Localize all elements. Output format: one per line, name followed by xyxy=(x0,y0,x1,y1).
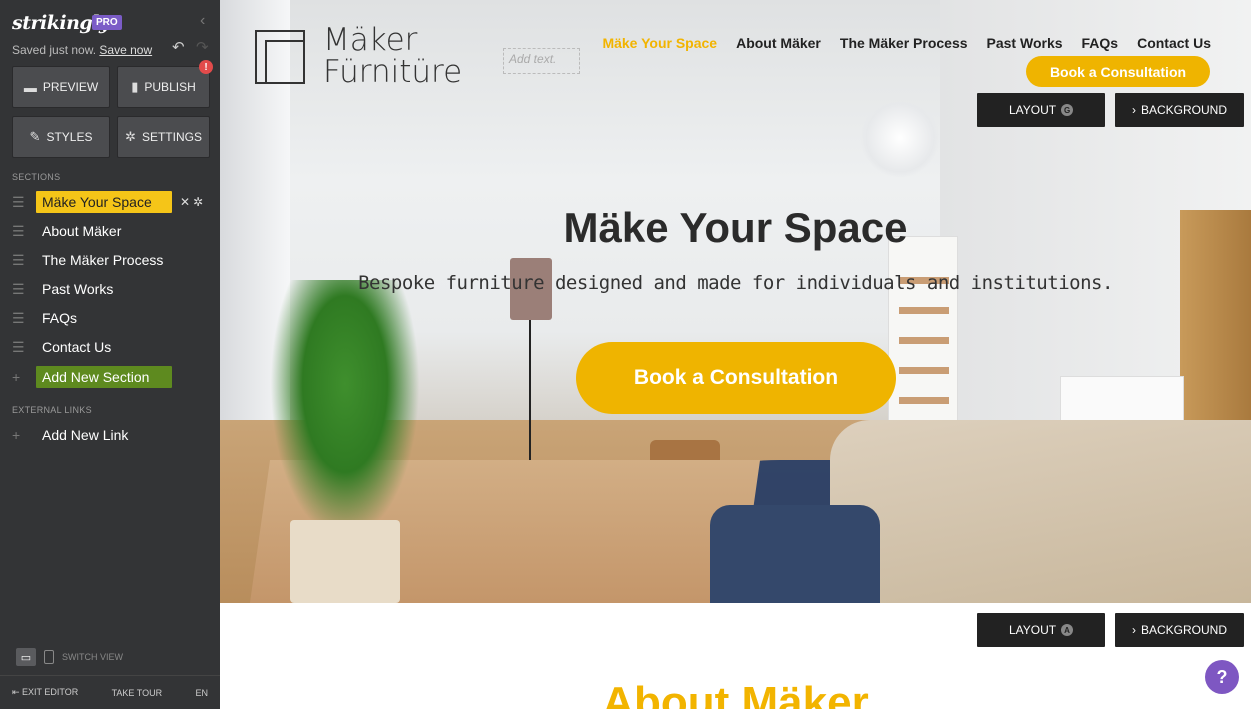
section-label: FAQs xyxy=(42,310,78,326)
publish-label: PUBLISH xyxy=(144,80,196,94)
add-text-placeholder[interactable]: Add text. xyxy=(503,48,580,74)
editor-root: strikingly PRO ‹ Saved just now. Save no… xyxy=(0,0,1251,709)
layout-label: LAYOUT xyxy=(1008,623,1057,637)
add-link-label: Add New Link xyxy=(42,427,129,443)
add-new-section-button[interactable]: + Add New Section xyxy=(12,364,212,390)
preview-icon: ▬ xyxy=(23,79,37,95)
exit-editor-button[interactable]: ⇤ EXIT EDITOR xyxy=(12,687,78,698)
bg-lamp-pole xyxy=(529,320,531,460)
brand-logo[interactable]: Mäker Fürnitüre xyxy=(323,24,462,88)
drag-handle-icon[interactable]: ☰ xyxy=(12,339,30,356)
background-button-hero[interactable]: › BACKGROUND xyxy=(1115,93,1244,127)
bg-plant xyxy=(270,280,420,540)
brand-logo-icon-inner xyxy=(265,40,305,84)
preview-label: PREVIEW xyxy=(42,80,99,94)
drag-handle-icon[interactable]: ☰ xyxy=(12,194,30,211)
section-settings-icon[interactable]: ✲ xyxy=(193,195,206,209)
nav-item-make-your-space[interactable]: Mäke Your Space xyxy=(602,35,717,51)
publish-button[interactable]: ▮ PUBLISH xyxy=(117,66,210,108)
chevron-right-icon: › xyxy=(1131,623,1136,637)
hero-background-image xyxy=(220,0,1251,603)
layout-button-about[interactable]: LAYOUT A xyxy=(977,613,1105,647)
section-item-past-works[interactable]: ☰ Past Works xyxy=(12,276,212,302)
section-label: About Mäker xyxy=(42,223,122,239)
preview-button[interactable]: ▬ PREVIEW xyxy=(12,66,110,108)
save-now-link[interactable]: Save now xyxy=(99,43,152,57)
publish-icon: ▮ xyxy=(131,79,139,94)
bg-pot xyxy=(290,520,400,603)
layout-shortcut-badge: A xyxy=(1061,624,1074,636)
gear-icon: ✲ xyxy=(125,129,136,144)
add-section-label: Add New Section xyxy=(36,366,172,388)
hero-book-consultation-button[interactable]: Book a Consultation xyxy=(576,342,896,414)
section-item-contact-us[interactable]: ☰ Contact Us xyxy=(12,334,212,360)
plus-icon: + xyxy=(12,369,21,385)
save-status: Saved just now. Save now xyxy=(12,43,152,57)
sections-heading: SECTIONS xyxy=(12,172,61,182)
language-selector[interactable]: EN xyxy=(195,688,208,698)
section-label: Past Works xyxy=(42,281,114,297)
settings-label: SETTINGS xyxy=(141,130,202,144)
section-item-faqs[interactable]: ☰ FAQs xyxy=(12,305,212,331)
background-label: BACKGROUND xyxy=(1140,103,1227,117)
take-tour-button[interactable]: TAKE TOUR xyxy=(112,688,163,698)
saved-text: Saved just now. xyxy=(12,43,97,57)
section-label: Contact Us xyxy=(42,339,112,355)
editor-sidebar: strikingly PRO ‹ Saved just now. Save no… xyxy=(0,0,220,709)
brand-line-1: Mäker xyxy=(323,22,418,58)
about-section-title[interactable]: About Mäker xyxy=(220,678,1251,709)
add-new-link-button[interactable]: + Add New Link xyxy=(12,422,212,448)
background-button-about[interactable]: › BACKGROUND xyxy=(1115,613,1244,647)
hero-subtitle[interactable]: Bespoke furniture designed and made for … xyxy=(220,272,1251,294)
nav-book-consultation-button[interactable]: Book a Consultation xyxy=(1026,56,1210,87)
site-nav: Mäke Your Space About Mäker The Mäker Pr… xyxy=(602,35,1211,51)
mobile-view-icon[interactable] xyxy=(44,650,54,664)
pro-badge: PRO xyxy=(92,15,122,30)
nav-item-about-maker[interactable]: About Mäker xyxy=(736,35,821,51)
switch-view: ▭ SWITCH VIEW xyxy=(16,648,123,666)
section-label: The Mäker Process xyxy=(42,252,164,268)
bg-door xyxy=(888,236,958,451)
section-item-maker-process[interactable]: ☰ The Mäker Process xyxy=(12,247,212,273)
publish-alert-badge: ! xyxy=(199,60,213,74)
external-links-heading: EXTERNAL LINKS xyxy=(12,405,92,415)
hero-title[interactable]: Mäke Your Space xyxy=(220,204,1251,252)
plus-icon: + xyxy=(12,427,21,443)
switch-view-label: SWITCH VIEW xyxy=(62,652,123,662)
drag-handle-icon[interactable]: ☰ xyxy=(12,223,30,240)
nav-item-faqs[interactable]: FAQs xyxy=(1082,35,1119,51)
bg-chair xyxy=(710,505,880,603)
undo-icon[interactable]: ↶ xyxy=(172,38,185,56)
exit-icon: ⇤ xyxy=(12,687,23,697)
drag-handle-icon[interactable]: ☰ xyxy=(12,310,30,327)
layout-label: LAYOUT xyxy=(1008,103,1057,117)
section-controls: ✕✲ xyxy=(180,195,206,209)
nav-item-contact-us[interactable]: Contact Us xyxy=(1137,35,1211,51)
drag-handle-icon[interactable]: ☰ xyxy=(12,252,30,269)
section-item-make-your-space[interactable]: ☰ Mäke Your Space ✕✲ xyxy=(12,189,212,215)
bg-bed xyxy=(830,420,1251,603)
redo-icon[interactable]: ↷ xyxy=(196,38,209,56)
delete-section-icon[interactable]: ✕ xyxy=(180,195,193,209)
brand-line-2: Fürnitüre xyxy=(323,54,463,90)
settings-button[interactable]: ✲ SETTINGS xyxy=(117,116,210,158)
styles-label: STYLES xyxy=(46,130,93,144)
styles-button[interactable]: ✎ STYLES xyxy=(12,116,110,158)
bg-chandelier xyxy=(860,98,940,178)
chevron-right-icon: › xyxy=(1131,103,1136,117)
background-label: BACKGROUND xyxy=(1140,623,1227,637)
nav-item-past-works[interactable]: Past Works xyxy=(987,35,1063,51)
sidebar-footer: ⇤ EXIT EDITOR TAKE TOUR EN xyxy=(0,675,220,709)
drag-handle-icon[interactable]: ☰ xyxy=(12,281,30,298)
nav-item-maker-process[interactable]: The Mäker Process xyxy=(840,35,968,51)
layout-button-hero[interactable]: LAYOUT G xyxy=(977,93,1105,127)
paint-brush-icon: ✎ xyxy=(29,129,41,144)
section-label: Mäke Your Space xyxy=(36,191,172,213)
section-item-about-maker[interactable]: ☰ About Mäker xyxy=(12,218,212,244)
desktop-view-icon[interactable]: ▭ xyxy=(16,648,36,666)
layout-shortcut-badge: G xyxy=(1061,104,1074,116)
collapse-sidebar-icon[interactable]: ‹ xyxy=(200,12,205,30)
exit-editor-label: EXIT EDITOR xyxy=(22,687,79,697)
help-button[interactable]: ? xyxy=(1205,660,1239,694)
